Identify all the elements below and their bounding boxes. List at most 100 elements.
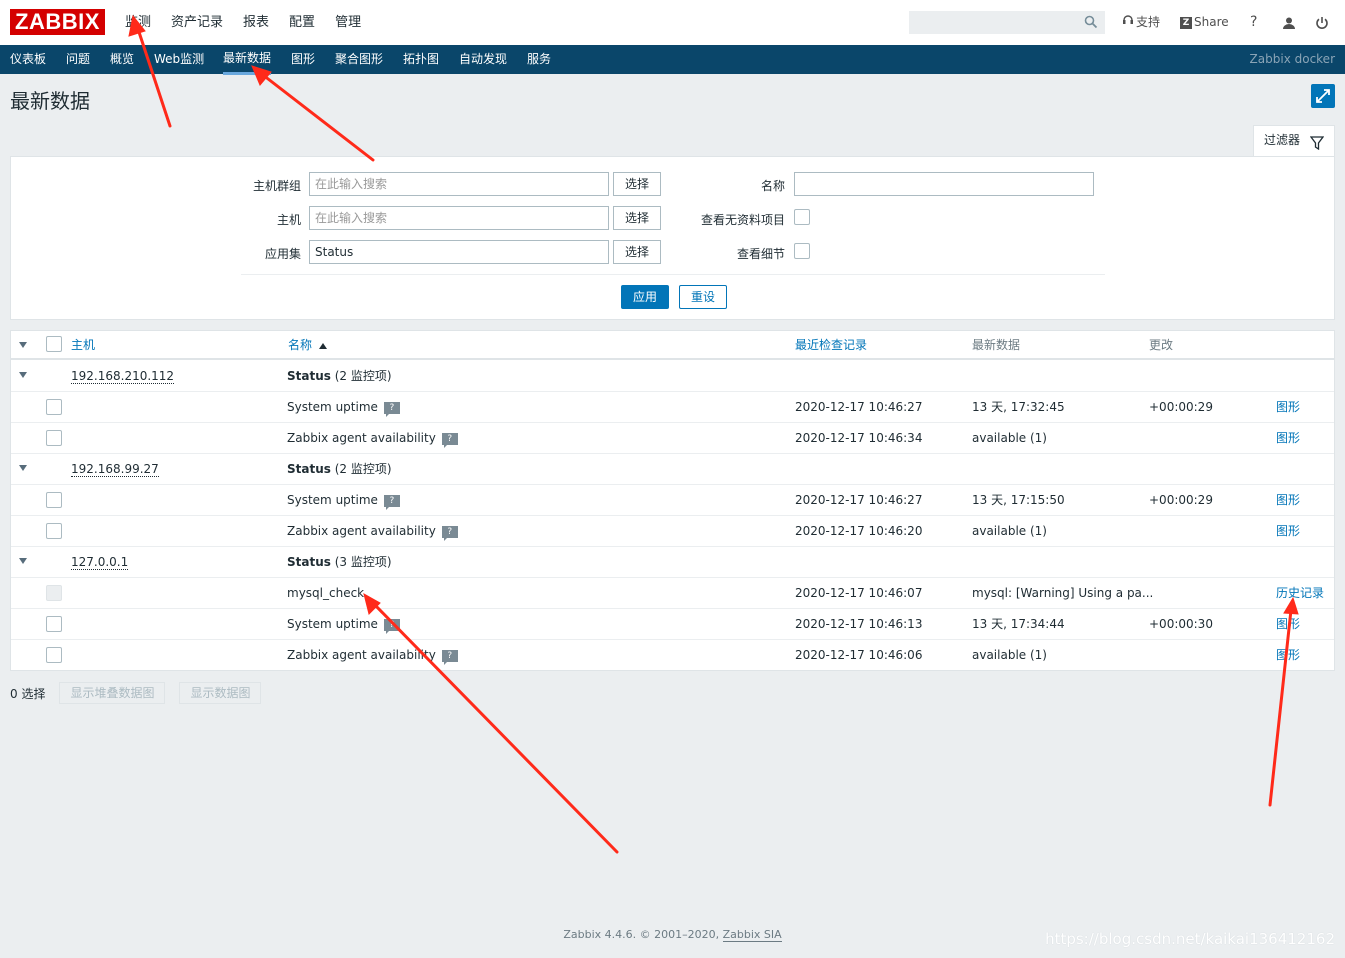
item-row: Zabbix agent availability? 2020-12-17 10… [11, 516, 1334, 547]
host-group-select-button[interactable]: 选择 [613, 172, 661, 196]
host-select-button[interactable]: 选择 [613, 206, 661, 230]
menu-administration[interactable]: 管理 [335, 0, 361, 45]
submenu-services[interactable]: 服务 [527, 45, 551, 74]
server-name: Zabbix docker [1249, 52, 1335, 66]
description-icon[interactable]: ? [441, 649, 458, 665]
item-checkbox[interactable] [46, 399, 62, 415]
graph-link[interactable]: 图形 [1276, 609, 1300, 639]
host-name[interactable]: 192.168.99.27 [71, 462, 159, 477]
application-input[interactable]: Status [309, 240, 609, 264]
sign-out-icon[interactable] [1315, 0, 1329, 45]
history-link[interactable]: 历史记录 [1276, 578, 1324, 608]
collapse-all-toggle[interactable] [19, 342, 27, 348]
submenu-discovery[interactable]: 自动发现 [459, 45, 507, 74]
item-name: System uptime? [287, 392, 400, 422]
item-row: mysql_check 2020-12-17 10:46:07 mysql: [… [11, 578, 1334, 609]
share-label: Share [1194, 15, 1229, 29]
item-checkbox[interactable] [46, 492, 62, 508]
submenu-dashboard[interactable]: 仪表板 [10, 45, 46, 74]
item-last-check: 2020-12-17 10:46:06 [795, 648, 923, 662]
submenu-screens[interactable]: 聚合图形 [335, 45, 383, 74]
description-icon[interactable]: ? [441, 525, 458, 541]
column-last-value: 最新数据 [972, 338, 1021, 352]
main-menu: 监测 资产记录 报表 配置 管理 [125, 0, 381, 45]
company-link[interactable]: Zabbix SIA [722, 928, 782, 942]
show-without-data-checkbox[interactable] [794, 209, 810, 225]
name-label: 名称 [760, 179, 785, 193]
page-title: 最新数据 [10, 89, 90, 113]
item-name: mysql_check [287, 586, 365, 600]
application-name: Status (3 监控项) [287, 555, 392, 569]
host-group-label: 主机群组 [252, 179, 301, 193]
host-name[interactable]: 127.0.0.1 [71, 555, 129, 570]
item-last-check: 2020-12-17 10:46:27 [795, 493, 923, 507]
item-name: Zabbix agent availability? [287, 516, 458, 546]
menu-configuration[interactable]: 配置 [289, 0, 315, 45]
menu-inventory[interactable]: 资产记录 [171, 0, 223, 45]
submenu-web[interactable]: Web监测 [154, 45, 204, 74]
application-name: Status (2 监控项) [287, 369, 392, 383]
support-label: 支持 [1136, 15, 1161, 29]
graph-link[interactable]: 图形 [1276, 392, 1300, 422]
column-last-check[interactable]: 最近检查记录 [795, 331, 867, 359]
support-link[interactable]: 支持 [1122, 0, 1160, 45]
zabbix-logo[interactable]: ZABBIX [10, 9, 105, 35]
global-search [909, 11, 1105, 34]
search-icon[interactable] [1084, 15, 1098, 32]
item-checkbox[interactable] [46, 523, 62, 539]
description-icon[interactable]: ? [383, 401, 400, 417]
fullscreen-button[interactable] [1311, 84, 1335, 108]
help-icon[interactable]: ? [1250, 0, 1257, 45]
graph-link[interactable]: 图形 [1276, 423, 1300, 453]
search-input[interactable] [910, 12, 1085, 33]
submenu-overview[interactable]: 概览 [110, 45, 134, 74]
item-checkbox[interactable] [46, 616, 62, 632]
host-group-row: 127.0.0.1 Status (3 监控项) [11, 547, 1334, 578]
filter-tab-label: 过滤器 [1264, 133, 1301, 147]
host-group-input[interactable]: 在此输入搜索 [309, 172, 609, 196]
graph-button[interactable]: 显示数据图 [179, 682, 262, 704]
item-change: +00:00:29 [1149, 493, 1213, 507]
apply-button[interactable]: 应用 [621, 285, 669, 309]
menu-monitoring[interactable]: 监测 [125, 0, 151, 45]
expand-toggle-icon[interactable] [19, 558, 27, 564]
host-input[interactable]: 在此输入搜索 [309, 206, 609, 230]
column-name[interactable]: 名称 [288, 331, 327, 359]
menu-reports[interactable]: 报表 [243, 0, 269, 45]
expand-toggle-icon[interactable] [19, 465, 27, 471]
column-host[interactable]: 主机 [71, 331, 95, 359]
item-checkbox[interactable] [46, 430, 62, 446]
graph-link[interactable]: 图形 [1276, 516, 1300, 546]
reset-button[interactable]: 重设 [679, 285, 727, 309]
item-name: System uptime? [287, 485, 400, 515]
show-details-checkbox[interactable] [794, 243, 810, 259]
description-icon[interactable]: ? [383, 494, 400, 510]
sub-menu: 仪表板 问题 概览 Web监测 最新数据 图形 聚合图形 拓扑图 自动发现 服务… [0, 45, 1345, 75]
stacked-graph-button[interactable]: 显示堆叠数据图 [59, 682, 166, 704]
graph-link[interactable]: 图形 [1276, 640, 1300, 670]
user-profile-icon[interactable] [1282, 0, 1296, 45]
column-change: 更改 [1149, 338, 1174, 352]
description-icon[interactable]: ? [383, 618, 400, 634]
filter-panel: 主机群组 在此输入搜索 选择 主机 在此输入搜索 选择 应用集 Status 选… [10, 156, 1335, 320]
application-select-button[interactable]: 选择 [613, 240, 661, 264]
submenu-problems[interactable]: 问题 [66, 45, 90, 74]
expand-toggle-icon[interactable] [19, 372, 27, 378]
host-name[interactable]: 192.168.210.112 [71, 369, 175, 384]
sort-ascending-icon [318, 343, 327, 349]
arrow-to-latest-data [261, 73, 375, 162]
item-checkbox[interactable] [46, 585, 62, 601]
item-checkbox[interactable] [46, 647, 62, 663]
share-link[interactable]: Z Share [1180, 0, 1229, 45]
filter-tab[interactable]: 过滤器 [1253, 125, 1335, 157]
graph-link[interactable]: 图形 [1276, 485, 1300, 515]
submenu-maps[interactable]: 拓扑图 [403, 45, 439, 74]
submenu-graphs[interactable]: 图形 [291, 45, 315, 74]
headset-icon [1122, 0, 1134, 45]
select-all-checkbox[interactable] [46, 336, 62, 352]
name-input[interactable] [794, 172, 1094, 196]
selected-count: 0 选择 [10, 686, 46, 701]
description-icon[interactable]: ? [441, 432, 458, 448]
submenu-latest-data[interactable]: 最新数据 [223, 45, 272, 75]
watermark: https://blog.csdn.net/kaikai136412162 [1045, 930, 1335, 948]
